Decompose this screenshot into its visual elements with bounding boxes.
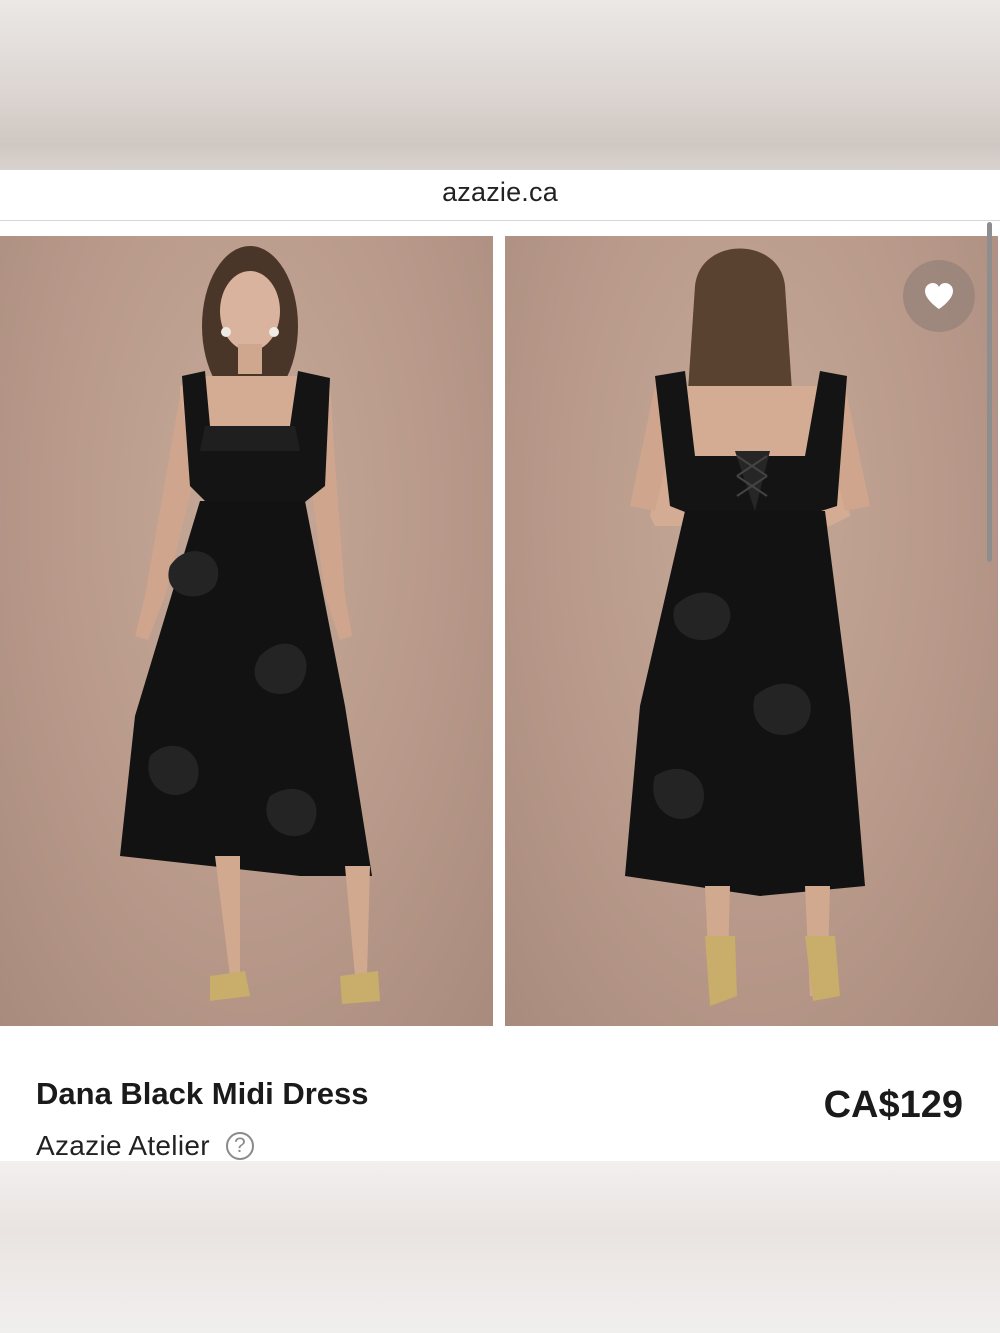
product-price: CA$129	[823, 1084, 963, 1126]
dress-back-photo[interactable]	[505, 236, 998, 1026]
product-name[interactable]: Dana Black Midi Dress	[36, 1076, 369, 1112]
top-blur-region	[0, 0, 1000, 170]
dress-front-photo[interactable]	[0, 236, 493, 1026]
product-info: Dana Black Midi Dress Azazie Atelier ? C…	[0, 1026, 1000, 1161]
bottom-blur-region	[0, 1161, 1000, 1333]
heart-icon	[925, 283, 953, 309]
brand-row: Azazie Atelier ?	[36, 1130, 254, 1162]
address-bar[interactable]: azazie.ca	[0, 170, 1000, 221]
favorite-button[interactable]	[903, 260, 975, 332]
page-scrollbar[interactable]	[987, 222, 992, 562]
brand-name[interactable]: Azazie Atelier	[36, 1130, 210, 1162]
product-gallery	[0, 236, 1000, 1026]
help-icon[interactable]: ?	[225, 1132, 254, 1160]
url-text: azazie.ca	[442, 176, 558, 207]
